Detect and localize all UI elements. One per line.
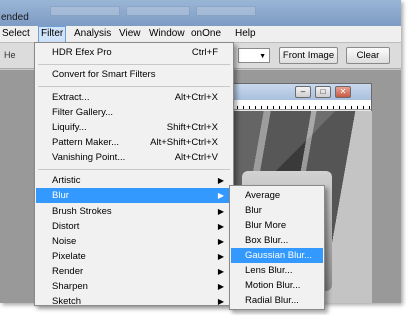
menu-item-label: Sketch: [52, 296, 82, 306]
menu-item-distort[interactable]: Distort ▶: [36, 219, 232, 234]
menu-item-pixelate[interactable]: Pixelate ▶: [36, 249, 232, 264]
menu-item-label: Distort: [52, 221, 80, 232]
menu-item-shortcut: Shift+Ctrl+X: [166, 122, 218, 133]
filter-menu: HDR Efex Pro Ctrl+F Convert for Smart Fi…: [34, 42, 234, 306]
menu-filter[interactable]: Filter: [38, 26, 67, 43]
menu-view[interactable]: View: [117, 26, 143, 43]
submenu-arrow-icon: ▶: [217, 297, 224, 306]
submenu-item-blur-more[interactable]: Blur More: [231, 218, 323, 233]
menu-item-extract[interactable]: Extract... Alt+Ctrl+X: [36, 90, 232, 105]
maximize-icon[interactable]: □: [315, 86, 331, 98]
taskbar-tabs: [50, 6, 310, 18]
chevron-down-icon: ▼: [259, 53, 266, 60]
submenu-arrow-icon: ▶: [217, 176, 224, 185]
menu-item-shortcut: Alt+Shift+Ctrl+X: [150, 137, 218, 148]
menu-item-label: Pattern Maker...: [52, 137, 120, 148]
menu-item-sharpen[interactable]: Sharpen ▶: [36, 279, 232, 294]
submenu-item-box-blur[interactable]: Box Blur...: [231, 233, 323, 248]
blur-submenu: Average Blur Blur More Box Blur... Gauss…: [229, 185, 325, 310]
submenu-arrow-icon: ▶: [217, 267, 224, 276]
menu-item-label: Sharpen: [52, 281, 88, 292]
menu-separator: [38, 64, 230, 65]
menu-separator: [38, 86, 230, 87]
menu-select[interactable]: Select: [0, 26, 32, 43]
menu-item-label: Extract...: [52, 92, 90, 103]
menu-item-render[interactable]: Render ▶: [36, 264, 232, 279]
front-image-button[interactable]: Front Image: [279, 47, 338, 64]
menu-item-label: HDR Efex Pro: [52, 47, 112, 58]
menu-item-shortcut: Ctrl+F: [191, 47, 218, 58]
submenu-arrow-icon: ▶: [217, 282, 224, 291]
hand-tool-label[interactable]: He: [4, 50, 16, 60]
menu-item-label: Convert for Smart Filters: [52, 69, 156, 80]
submenu-item-radial-blur[interactable]: Radial Blur...: [231, 293, 323, 308]
menu-item-sketch[interactable]: Sketch ▶: [36, 294, 232, 306]
submenu-arrow-icon: ▶: [217, 237, 224, 246]
menu-item-hdr-efex-pro[interactable]: HDR Efex Pro Ctrl+F: [36, 45, 232, 60]
title-bar: ended: [0, 0, 401, 26]
menu-item-shortcut: Alt+Ctrl+X: [174, 92, 218, 103]
menu-item-brush-strokes[interactable]: Brush Strokes ▶: [36, 204, 232, 219]
menu-analysis[interactable]: Analysis: [72, 26, 113, 43]
menu-item-shortcut: Alt+Ctrl+V: [174, 152, 218, 163]
menu-help[interactable]: Help: [233, 26, 258, 43]
submenu-item-lens-blur[interactable]: Lens Blur...: [231, 263, 323, 278]
menu-item-label: Blur: [52, 190, 69, 201]
submenu-arrow-icon: ▶: [217, 207, 224, 216]
menu-item-label: Artistic: [52, 175, 81, 186]
menu-item-noise[interactable]: Noise ▶: [36, 234, 232, 249]
menu-item-label: Noise: [52, 236, 77, 247]
minimize-icon[interactable]: –: [295, 86, 311, 98]
menu-item-filter-gallery[interactable]: Filter Gallery...: [36, 105, 232, 120]
menu-item-pattern-maker[interactable]: Pattern Maker... Alt+Shift+Ctrl+X: [36, 135, 232, 150]
menu-item-label: Liquify...: [52, 122, 87, 133]
menu-bar: Select Filter Analysis View Window onOne…: [0, 26, 401, 43]
menu-onone[interactable]: onOne: [189, 26, 223, 43]
submenu-arrow-icon: ▶: [217, 222, 224, 231]
document-title-bar: – □ ✕: [223, 84, 371, 100]
menu-separator: [38, 169, 230, 170]
menu-item-artistic[interactable]: Artistic ▶: [36, 173, 232, 188]
resolution-dropdown[interactable]: ▼: [238, 48, 270, 63]
horizontal-ruler: [231, 100, 371, 110]
window-title: ended: [1, 12, 29, 23]
submenu-item-average[interactable]: Average: [231, 188, 323, 203]
submenu-item-gaussian-blur[interactable]: Gaussian Blur...: [231, 248, 323, 263]
clear-button[interactable]: Clear: [346, 47, 390, 64]
submenu-arrow-icon: ▶: [217, 191, 224, 200]
menu-item-blur[interactable]: Blur ▶: [36, 188, 232, 203]
menu-item-liquify[interactable]: Liquify... Shift+Ctrl+X: [36, 120, 232, 135]
menu-item-label: Vanishing Point...: [52, 152, 126, 163]
menu-window[interactable]: Window: [147, 26, 187, 43]
submenu-item-blur[interactable]: Blur: [231, 203, 323, 218]
menu-item-vanishing-point[interactable]: Vanishing Point... Alt+Ctrl+V: [36, 150, 232, 165]
menu-item-label: Brush Strokes: [52, 206, 112, 217]
menu-item-label: Filter Gallery...: [52, 107, 114, 118]
menu-item-convert-smart-filters[interactable]: Convert for Smart Filters: [36, 67, 232, 82]
menu-item-label: Render: [52, 266, 84, 277]
menu-item-label: Pixelate: [52, 251, 86, 262]
submenu-item-motion-blur[interactable]: Motion Blur...: [231, 278, 323, 293]
close-icon[interactable]: ✕: [335, 86, 351, 98]
submenu-arrow-icon: ▶: [217, 252, 224, 261]
